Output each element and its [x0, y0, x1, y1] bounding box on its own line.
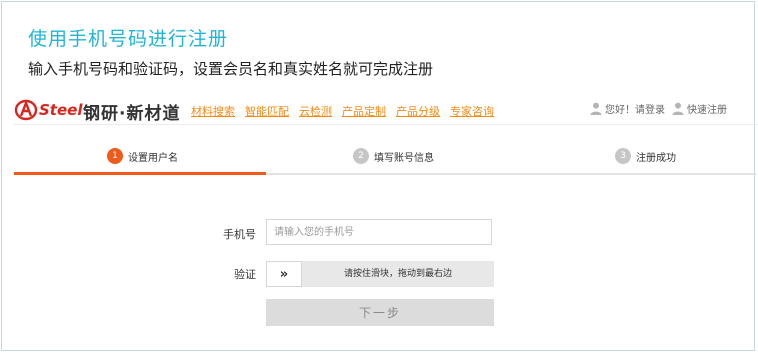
intro-title: 使用手机号码进行注册	[28, 28, 229, 50]
login-link[interactable]: 您好！请登录	[590, 101, 665, 116]
site-logo[interactable]: Steel	[14, 96, 82, 124]
step-set-username: 1 设置用户名	[107, 148, 178, 164]
slide-verify-handle[interactable]: »	[266, 261, 302, 287]
nav-item-smart-match[interactable]: 智能匹配	[245, 103, 289, 119]
nav-item-expert-consult[interactable]: 专家咨询	[450, 103, 494, 119]
logo-text: Steel	[39, 101, 83, 119]
next-step-button[interactable]: 下一步	[266, 299, 494, 326]
steps-progress-bar	[14, 172, 266, 175]
main-nav: 材料搜索 智能匹配 云检测 产品定制 产品分级 专家咨询	[191, 103, 504, 119]
phone-label: 手机号	[223, 228, 256, 241]
step-label: 设置用户名	[128, 152, 178, 164]
quick-register-label: 快速注册	[687, 105, 727, 116]
user-icon	[590, 102, 602, 115]
step-label: 注册成功	[636, 152, 676, 164]
quick-register-link[interactable]: 快速注册	[672, 101, 727, 116]
step-number: 3	[615, 148, 631, 164]
nav-item-cloud-testing[interactable]: 云检测	[299, 103, 332, 119]
step-number: 1	[107, 148, 123, 164]
login-link-label: 您好！请登录	[605, 105, 665, 116]
nav-item-product-grading[interactable]: 产品分级	[396, 103, 440, 119]
double-chevron-right-icon: »	[279, 266, 289, 282]
user-links: 您好！请登录 快速注册	[583, 101, 727, 116]
logo-icon	[14, 99, 38, 121]
user-icon	[672, 102, 684, 115]
nav-item-product-custom[interactable]: 产品定制	[342, 103, 386, 119]
header-divider	[14, 124, 758, 125]
step-number: 2	[353, 148, 369, 164]
registration-steps: 1 设置用户名 2 填写账号信息 3 注册成功	[14, 141, 756, 175]
brand-name: 钢研·新材道	[83, 104, 181, 124]
verify-label: 验证	[234, 268, 256, 281]
nav-item-material-search[interactable]: 材料搜索	[191, 103, 235, 119]
intro-subtitle: 输入手机号码和验证码，设置会员名和真实姓名就可完成注册	[28, 60, 434, 78]
slide-verify-hint: 请按住滑块，拖动到最右边	[343, 269, 452, 279]
step-account-info: 2 填写账号信息	[353, 148, 434, 164]
phone-input[interactable]	[266, 219, 492, 245]
step-register-success: 3 注册成功	[615, 148, 676, 164]
slide-verify-track[interactable]: » 请按住滑块，拖动到最右边	[266, 261, 494, 287]
step-label: 填写账号信息	[374, 152, 434, 164]
